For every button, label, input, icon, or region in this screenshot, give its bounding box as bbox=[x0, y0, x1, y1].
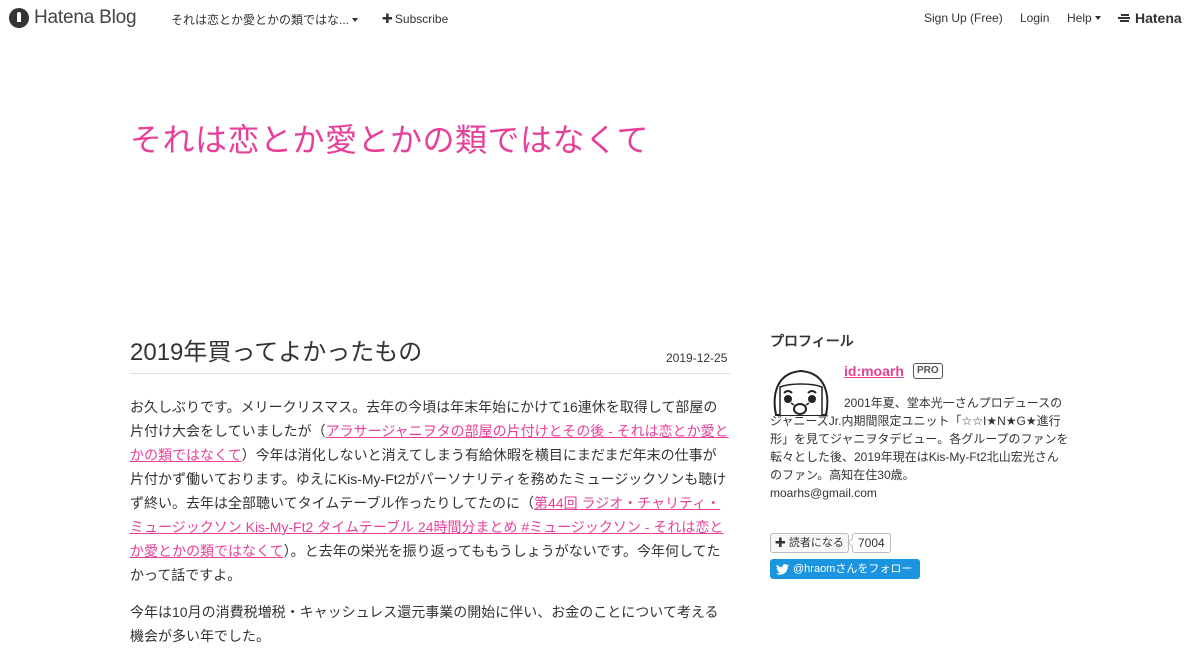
entry-title[interactable]: 2019年買ってよかったもの bbox=[130, 332, 422, 367]
twitter-follow-label: @hraomさんをフォロー bbox=[793, 563, 913, 575]
hatena-blog-logo-icon bbox=[9, 8, 29, 28]
entry-paragraph: 今年は10月の消費税増税・キャッシュレス還元事業の開始に伴い、お金のことについて… bbox=[130, 604, 719, 644]
pro-badge: PRO bbox=[913, 363, 943, 379]
login-link[interactable]: Login bbox=[1020, 11, 1049, 25]
subscribe-label: Subscribe bbox=[394, 12, 449, 26]
profile-bio: 2001年夏、堂本光一さんプロデュースのジャニーズJr.内期間限定ユニット「☆☆… bbox=[770, 396, 1069, 482]
help-dropdown[interactable]: Help bbox=[1067, 11, 1101, 25]
twitter-bird-icon bbox=[776, 563, 789, 575]
entry-body: お久しぶりです。メリークリスマス。去年の今頃は年末年始にかけて16連休を取得して… bbox=[130, 395, 730, 661]
entry-title-divider bbox=[130, 373, 730, 374]
logo-text: Hatena Blog bbox=[34, 7, 137, 28]
hatena-logo[interactable]: Hatena bbox=[1118, 10, 1182, 26]
profile-email: moarhs@gmail.com bbox=[770, 486, 877, 500]
blog-menu-label: それは恋とか愛とかの類ではな... bbox=[171, 13, 350, 27]
global-header: Hatena Blog それは恋とか愛とかの類ではな... ✚ Subscribe… bbox=[0, 0, 1200, 36]
blog-title[interactable]: それは恋とか愛とかの類ではなくて bbox=[130, 115, 649, 161]
profile-heading: プロフィール bbox=[770, 333, 854, 349]
subscriber-count[interactable]: 7004 bbox=[852, 533, 891, 553]
twitter-follow-button[interactable]: @hraomさんをフォロー bbox=[770, 559, 921, 579]
plus-icon: ✚ bbox=[775, 535, 786, 550]
signup-link[interactable]: Sign Up (Free) bbox=[924, 11, 1003, 25]
caret-down-icon bbox=[1094, 15, 1101, 20]
hatena-mark-icon bbox=[1118, 13, 1132, 23]
subscribe-link[interactable]: ✚ Subscribe bbox=[382, 11, 448, 27]
plus-icon: ✚ bbox=[382, 11, 393, 26]
profile-description: 2001年夏、堂本光一さんプロデュースのジャニーズJr.内期間限定ユニット「☆☆… bbox=[770, 394, 1070, 502]
profile-id-link[interactable]: id:moarh bbox=[844, 363, 904, 379]
entry-paragraph: お久しぶりです。メリークリスマス。去年の今頃は年末年始にかけて16連休を取得して… bbox=[130, 395, 730, 587]
help-label: Help bbox=[1067, 11, 1092, 25]
entry-date[interactable]: 2019-12-25 bbox=[666, 351, 727, 365]
subscribe-button-label: 読者になる bbox=[788, 537, 844, 549]
blog-menu-dropdown[interactable]: それは恋とか愛とかの類ではな... bbox=[171, 11, 359, 28]
hatena-label: Hatena bbox=[1135, 10, 1182, 26]
subscribe-button[interactable]: ✚ 読者になる bbox=[770, 533, 849, 553]
caret-down-icon bbox=[352, 17, 359, 22]
hatena-blog-logo[interactable]: Hatena Blog bbox=[9, 7, 137, 29]
